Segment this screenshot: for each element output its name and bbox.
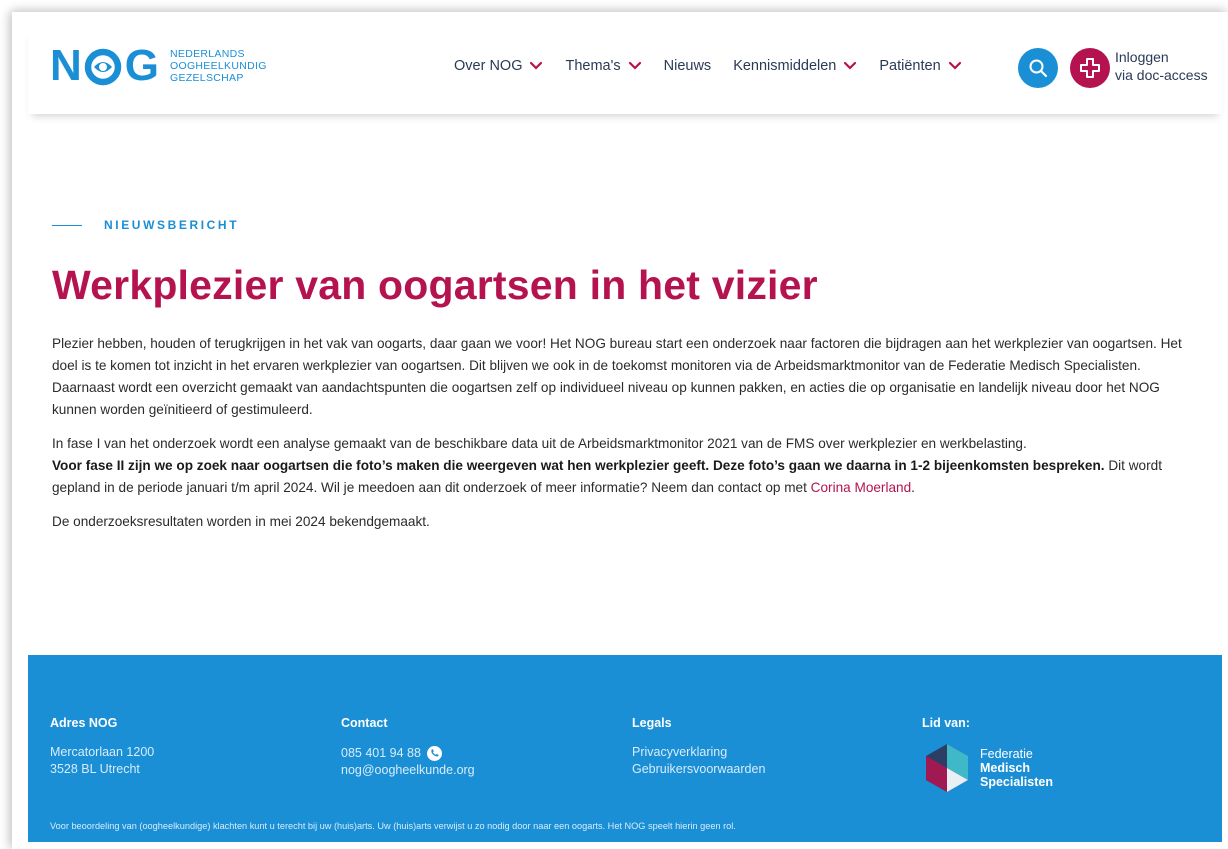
fms-line-3: Specialisten	[980, 775, 1053, 789]
login-link[interactable]: Inloggen via doc-access	[1115, 48, 1208, 84]
kicker-rule	[52, 224, 82, 226]
login-line-1: Inloggen	[1115, 49, 1169, 65]
footer-contact: Contact 085 401 94 88 nog@oogheelkunde.o…	[341, 716, 475, 779]
footer-address: Adres NOG Mercatorlaan 1200 3528 BL Utre…	[50, 716, 154, 778]
footer-contact-heading: Contact	[341, 716, 388, 730]
nav-item-themas[interactable]: Thema's	[565, 58, 641, 74]
chevron-down-icon	[628, 61, 641, 70]
page-title: Werkplezier van oogartsen in het vizier	[52, 262, 818, 308]
nav-item-label: Over NOG	[454, 58, 523, 74]
address-line-2: 3528 BL Utrecht	[50, 762, 140, 776]
privacy-link[interactable]: Privacyverklaring	[632, 744, 765, 761]
nav-item-kennismiddelen[interactable]: Kennismiddelen	[733, 58, 857, 74]
chevron-down-icon	[948, 61, 961, 70]
search-button[interactable]	[1018, 48, 1058, 88]
nav-item-over-nog[interactable]: Over NOG	[454, 58, 543, 74]
address-line-1: Mercatorlaan 1200	[50, 745, 155, 759]
article-body: Plezier hebben, houden of terugkrijgen i…	[52, 333, 1202, 545]
main-nav: Over NOG Thema's Nieuws Kennismiddelen P…	[454, 58, 984, 74]
email-link[interactable]: nog@oogheelkunde.org	[341, 762, 475, 779]
medical-cross-icon	[1080, 58, 1100, 78]
footer-legals-heading: Legals	[632, 716, 672, 730]
logo-letter-n: N	[50, 41, 82, 90]
fms-line-1: Federatie	[980, 747, 1033, 761]
footer-legals: Legals Privacyverklaring Gebruikersvoorw…	[632, 716, 765, 778]
footer-disclaimer: Voor beoordeling van (oogheelkundige) kl…	[50, 821, 736, 831]
logo-line-1: NEDERLANDS	[170, 48, 245, 60]
fms-logo-link[interactable]: Federatie Medisch Specialisten	[922, 742, 1053, 794]
logo-letter-g: G	[124, 41, 159, 90]
chevron-down-icon	[530, 61, 543, 70]
chevron-down-icon	[844, 61, 857, 70]
terms-link[interactable]: Gebruikersvoorwaarden	[632, 761, 765, 778]
nog-logo[interactable]: N G NEDERLANDS OOGHEELKUNDIG GEZELSCHAP	[50, 44, 267, 88]
article-paragraph-2: In fase I van het onderzoek wordt een an…	[52, 433, 1202, 499]
phone-link[interactable]: 085 401 94 88	[341, 745, 442, 762]
logo-line-3: GEZELSCHAP	[170, 72, 244, 84]
article-paragraph-1: Plezier hebben, houden of terugkrijgen i…	[52, 336, 1182, 417]
footer-member: Lid van: Federatie Medisch Specialisten	[922, 716, 1053, 794]
paragraph-2-intro: In fase I van het onderzoek wordt een an…	[52, 436, 1027, 451]
site-footer: Adres NOG Mercatorlaan 1200 3528 BL Utre…	[28, 655, 1222, 842]
logo-line-2: OOGHEELKUNDIG	[170, 60, 267, 72]
nav-item-label: Nieuws	[663, 58, 712, 74]
contact-person-link[interactable]: Corina Moerland	[811, 480, 912, 495]
site-header: N G NEDERLANDS OOGHEELKUNDIG GEZELSCHAP …	[28, 28, 1222, 114]
kicker-label: NIEUWSBERICHT	[104, 218, 240, 232]
article-paragraph-3: De onderzoeksresultaten worden in mei 20…	[52, 514, 430, 529]
eye-icon	[84, 47, 122, 86]
footer-member-heading: Lid van:	[922, 716, 970, 730]
nav-item-nieuws[interactable]: Nieuws	[664, 58, 712, 74]
fms-wordmark: Federatie Medisch Specialisten	[980, 747, 1053, 789]
phone-icon	[426, 746, 442, 761]
nav-item-label: Patiënten	[879, 58, 941, 74]
fms-logo-icon	[926, 744, 968, 792]
nav-item-label: Thema's	[565, 58, 621, 74]
login-button[interactable]	[1070, 48, 1110, 88]
phone-number: 085 401 94 88	[341, 746, 421, 760]
logo-mark: N G	[50, 41, 159, 90]
fms-line-2: Medisch	[980, 761, 1031, 775]
logo-wordmark: NEDERLANDS OOGHEELKUNDIG GEZELSCHAP	[170, 48, 267, 84]
login-line-2: via doc-access	[1115, 67, 1208, 83]
paragraph-2-bold: Voor fase II zijn we op zoek naar oogart…	[52, 458, 1105, 473]
article-kicker: NIEUWSBERICHT	[52, 218, 239, 232]
nav-item-patienten[interactable]: Patiënten	[879, 58, 961, 74]
search-icon	[1029, 59, 1048, 78]
nav-item-label: Kennismiddelen	[733, 58, 837, 74]
footer-address-heading: Adres NOG	[50, 716, 118, 730]
paragraph-2-end: .	[911, 480, 915, 495]
